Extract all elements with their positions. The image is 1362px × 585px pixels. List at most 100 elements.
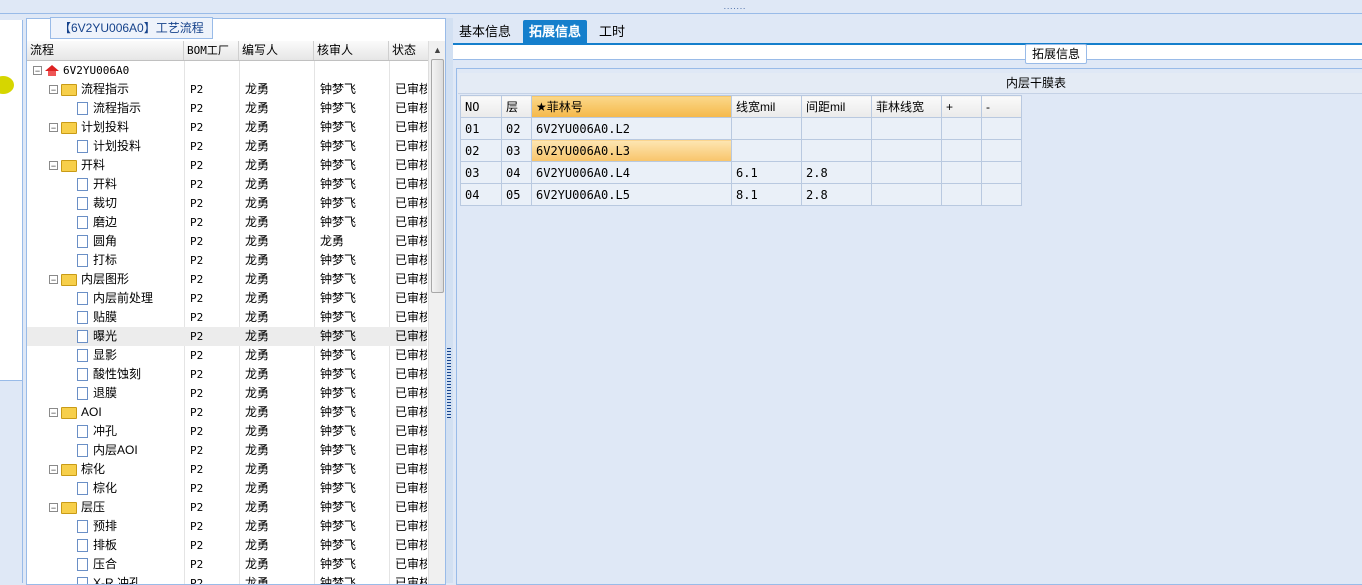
layer-cell[interactable]: 03 [501,139,532,162]
col-header-status[interactable]: 状态 [389,41,429,60]
table-row[interactable]: 圆角 P2 龙勇 龙勇 已审核 [27,232,427,251]
table-row[interactable]: 预排 P2 龙勇 钟梦飞 已审核 [27,517,427,536]
film-no-cell[interactable]: 6V2YU006A0.L5 [531,183,732,206]
film-line-width-cell[interactable] [871,117,942,140]
table-row[interactable]: − 流程指示 P2 龙勇 钟梦飞 已审核 [27,80,427,99]
table-row[interactable]: 曝光 P2 龙勇 钟梦飞 已审核 [27,327,427,346]
remove-cell[interactable] [981,139,1022,162]
table-row[interactable]: − 内层图形 P2 龙勇 钟梦飞 已审核 [27,270,427,289]
table-row[interactable]: 排板 P2 龙勇 钟梦飞 已审核 [27,536,427,555]
col-header-reviewer[interactable]: 核审人 [314,41,389,60]
collapse-toggle-icon[interactable]: − [49,161,58,171]
table-row[interactable]: 内层AOI P2 龙勇 钟梦飞 已审核 [27,441,427,460]
col-header-spacing[interactable]: 间距mil [801,95,872,118]
splitter-handle[interactable]: ....... [700,2,770,12]
film-line-width-cell[interactable] [871,183,942,206]
col-header-film-line-width[interactable]: 菲林线宽 [871,95,942,118]
collapsed-left-panel[interactable] [0,20,23,584]
remove-row-button[interactable]: - [981,95,1022,118]
table-row[interactable]: − 开料 P2 龙勇 钟梦飞 已审核 [27,156,427,175]
table-row[interactable]: − AOI P2 龙勇 钟梦飞 已审核 [27,403,427,422]
tab-extended-info[interactable]: 拓展信息 [523,20,588,43]
table-row[interactable]: 01 02 6V2YU006A0.L2 [460,117,1022,140]
tree-node[interactable]: − 流程指示 [27,80,206,99]
table-row[interactable]: 03 04 6V2YU006A0.L4 6.1 2.8 [460,161,1022,184]
table-row[interactable]: 磨边 P2 龙勇 钟梦飞 已审核 [27,213,427,232]
layer-cell[interactable]: 04 [501,161,532,184]
no-cell[interactable]: 03 [460,161,502,184]
tree-node[interactable]: − 内层图形 [27,270,206,289]
film-no-cell[interactable]: 6V2YU006A0.L4 [531,161,732,184]
table-row[interactable]: 04 05 6V2YU006A0.L5 8.1 2.8 [460,183,1022,206]
col-header-film-no[interactable]: ★菲林号 [531,95,732,118]
remove-cell[interactable] [981,161,1022,184]
no-cell[interactable]: 02 [460,139,502,162]
line-width-cell[interactable]: 8.1 [731,183,802,206]
col-header-no[interactable]: NO [460,95,502,118]
collapse-toggle-icon[interactable]: − [49,275,58,285]
table-row[interactable]: − 层压 P2 龙勇 钟梦飞 已审核 [27,498,427,517]
table-row[interactable]: 02 03 6V2YU006A0.L3 [460,139,1022,162]
tree-node[interactable]: − 计划投料 [27,118,206,137]
tab-work-hours[interactable]: 工时 [593,20,631,43]
col-header-writer[interactable]: 编写人 [239,41,314,60]
tree-node[interactable]: − 棕化 [27,460,206,479]
col-header-bom[interactable]: BOM工厂 [184,41,239,60]
col-header-layer[interactable]: 层 [501,95,532,118]
table-row[interactable]: 压合 P2 龙勇 钟梦飞 已审核 [27,555,427,574]
layer-cell[interactable]: 05 [501,183,532,206]
scrollbar-thumb[interactable] [431,59,444,293]
tab-basic-info[interactable]: 基本信息 [453,20,517,43]
film-no-cell[interactable]: 6V2YU006A0.L3 [531,139,732,162]
table-row[interactable]: 打标 P2 龙勇 钟梦飞 已审核 [27,251,427,270]
layer-cell[interactable]: 02 [501,117,532,140]
add-cell[interactable] [941,117,982,140]
line-width-cell[interactable] [731,139,802,162]
table-row[interactable]: 酸性蚀刻 P2 龙勇 钟梦飞 已审核 [27,365,427,384]
table-row[interactable]: 贴膜 P2 龙勇 钟梦飞 已审核 [27,308,427,327]
scroll-up-icon[interactable]: ▲ [433,45,442,55]
spacing-cell[interactable]: 2.8 [801,183,872,206]
table-row[interactable]: 冲孔 P2 龙勇 钟梦飞 已审核 [27,422,427,441]
table-row[interactable]: 内层前处理 P2 龙勇 钟梦飞 已审核 [27,289,427,308]
remove-cell[interactable] [981,117,1022,140]
collapse-toggle-icon[interactable]: − [49,465,58,475]
line-width-cell[interactable]: 6.1 [731,161,802,184]
spacing-cell[interactable]: 2.8 [801,161,872,184]
tree-node[interactable]: − AOI [27,403,206,422]
collapse-toggle-icon[interactable]: − [33,66,42,76]
tree-node[interactable]: − 开料 [27,156,206,175]
collapse-toggle-icon[interactable]: − [49,503,58,513]
vertical-scrollbar[interactable]: ▲ [428,41,445,584]
table-row[interactable]: − 棕化 P2 龙勇 钟梦飞 已审核 [27,460,427,479]
film-line-width-cell[interactable] [871,139,942,162]
add-cell[interactable] [941,183,982,206]
spacing-cell[interactable] [801,117,872,140]
table-row[interactable]: 裁切 P2 龙勇 钟梦飞 已审核 [27,194,427,213]
add-cell[interactable] [941,161,982,184]
table-row[interactable]: 显影 P2 龙勇 钟梦飞 已审核 [27,346,427,365]
table-row[interactable]: − 计划投料 P2 龙勇 钟梦飞 已审核 [27,118,427,137]
tree-node[interactable]: − 层压 [27,498,206,517]
film-line-width-cell[interactable] [871,161,942,184]
table-row[interactable]: 退膜 P2 龙勇 钟梦飞 已审核 [27,384,427,403]
add-cell[interactable] [941,139,982,162]
collapse-toggle-icon[interactable]: − [49,408,58,418]
collapse-toggle-icon[interactable]: − [49,85,58,95]
table-row[interactable]: 流程指示 P2 龙勇 钟梦飞 已审核 [27,99,427,118]
spacing-cell[interactable] [801,139,872,162]
tree-node[interactable]: − 6V2YU006A0 [27,61,190,80]
film-no-cell[interactable]: 6V2YU006A0.L2 [531,117,732,140]
table-row[interactable]: 棕化 P2 龙勇 钟梦飞 已审核 [27,479,427,498]
table-row[interactable]: 计划投料 P2 龙勇 钟梦飞 已审核 [27,137,427,156]
add-row-button[interactable]: + [941,95,982,118]
table-row[interactable]: − 6V2YU006A0 [27,61,427,80]
collapse-toggle-icon[interactable]: − [49,123,58,133]
col-header-line-width[interactable]: 线宽mil [731,95,802,118]
no-cell[interactable]: 01 [460,117,502,140]
table-row[interactable]: 开料 P2 龙勇 钟梦飞 已审核 [27,175,427,194]
remove-cell[interactable] [981,183,1022,206]
line-width-cell[interactable] [731,117,802,140]
no-cell[interactable]: 04 [460,183,502,206]
col-header-flow[interactable]: 流程 [27,41,184,60]
